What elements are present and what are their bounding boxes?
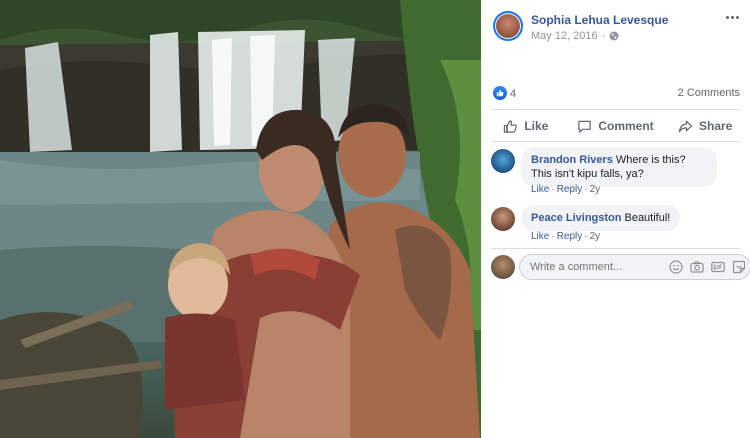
comment-button-label: Comment bbox=[598, 119, 654, 133]
author-avatar[interactable] bbox=[493, 11, 523, 41]
gif-icon[interactable] bbox=[710, 259, 726, 275]
post-panel: Sophia Lehua Levesque May 12, 2016 · 4 2… bbox=[481, 0, 750, 438]
more-options-icon[interactable] bbox=[724, 10, 740, 24]
emoji-icon[interactable] bbox=[668, 259, 684, 275]
commenter-avatar[interactable] bbox=[491, 207, 515, 231]
post-photo[interactable] bbox=[0, 0, 481, 438]
comment-icon bbox=[578, 120, 592, 133]
comment-time[interactable]: 2y bbox=[590, 184, 601, 195]
comment-meta: Like · Reply · 2y bbox=[531, 231, 601, 242]
photo-illustration bbox=[0, 0, 481, 438]
comment-reply-link[interactable]: Reply bbox=[557, 231, 583, 242]
commenter-name[interactable]: Brandon Rivers bbox=[531, 154, 613, 166]
comment-reply-link[interactable]: Reply bbox=[557, 184, 583, 195]
comment-button[interactable]: Comment bbox=[571, 113, 661, 139]
author-name[interactable]: Sophia Lehua Levesque bbox=[531, 13, 668, 27]
like-reaction-icon[interactable] bbox=[493, 86, 507, 100]
camera-icon[interactable] bbox=[689, 259, 705, 275]
comment-meta: Like · Reply · 2y bbox=[531, 184, 601, 195]
share-button-label: Share bbox=[699, 119, 733, 133]
divider bbox=[491, 109, 740, 110]
comment-bubble: Brandon Rivers Where is this? This isn't … bbox=[521, 147, 717, 187]
share-button[interactable]: Share bbox=[660, 113, 750, 139]
comment-item: Peace Livingston Beautiful! Like · Reply · 2y bbox=[491, 205, 741, 245]
like-button-label: Like bbox=[524, 119, 549, 133]
action-bar: Like Comment Share bbox=[481, 113, 750, 139]
comment-bubble: Peace Livingston Beautiful! bbox=[521, 205, 681, 231]
dot-separator: · bbox=[601, 30, 606, 42]
like-count[interactable]: 4 bbox=[510, 88, 516, 100]
reactions-bar: 4 2 Comments bbox=[481, 84, 750, 104]
post-date[interactable]: May 12, 2016 bbox=[531, 30, 598, 42]
comment-like-link[interactable]: Like bbox=[531, 231, 549, 242]
divider bbox=[491, 248, 740, 249]
globe-icon[interactable] bbox=[609, 31, 619, 41]
comment-item: Brandon Rivers Where is this? This isn't … bbox=[491, 147, 741, 197]
commenter-avatar[interactable] bbox=[491, 149, 515, 173]
commenter-name[interactable]: Peace Livingston bbox=[531, 212, 621, 224]
sticker-icon[interactable] bbox=[731, 259, 747, 275]
comment-time[interactable]: 2y bbox=[590, 231, 601, 242]
post-meta: May 12, 2016 · bbox=[531, 30, 619, 42]
composer-icons bbox=[668, 259, 747, 275]
like-button[interactable]: Like bbox=[481, 113, 571, 139]
thumbs-up-icon bbox=[504, 119, 518, 133]
comment-composer bbox=[491, 254, 750, 280]
comment-text: Beautiful! bbox=[624, 212, 671, 224]
divider bbox=[491, 141, 740, 142]
post-header: Sophia Lehua Levesque May 12, 2016 · bbox=[481, 0, 750, 60]
current-user-avatar bbox=[491, 255, 515, 279]
comment-like-link[interactable]: Like bbox=[531, 184, 549, 195]
share-icon bbox=[678, 120, 693, 132]
comments-count[interactable]: 2 Comments bbox=[678, 87, 740, 99]
